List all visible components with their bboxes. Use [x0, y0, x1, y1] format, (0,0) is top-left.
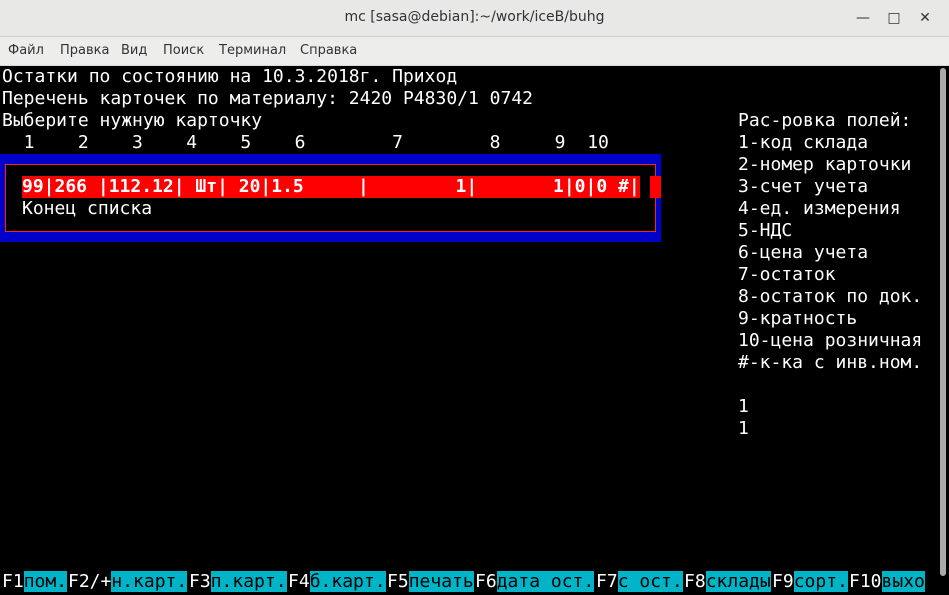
scrollbar-thumb[interactable] — [940, 68, 946, 576]
legend-item: 1-код склада — [738, 132, 869, 153]
fkey-label: дата ост. — [496, 571, 595, 592]
legend-item: 5-НДС — [738, 220, 793, 241]
menu-bar: Файл Правка Вид Поиск Терминал Справка — [0, 37, 949, 66]
legend-item: 7-остаток — [738, 264, 836, 285]
fkey-f2-new-card[interactable]: F2/+н.карт. — [68, 571, 188, 593]
legend-item: 10-цена розничная — [738, 330, 923, 351]
window-title: mc [sasa@debian]:~/work/iceB/buhg — [344, 9, 605, 25]
legend-item: 6-цена учета — [738, 242, 869, 263]
legend-item: 3-счет учета — [738, 176, 869, 197]
maximize-icon[interactable]: □ — [884, 8, 904, 28]
fkey-label: склады — [705, 571, 771, 592]
fkey-label: п.карт. — [210, 571, 287, 592]
fkey-number: F10 — [849, 571, 882, 592]
legend-title: Рас-ровка полей: — [738, 110, 912, 131]
fkey-f4-card[interactable]: F4б.карт. — [288, 571, 386, 593]
fkey-f5-print[interactable]: F5печать — [387, 571, 474, 593]
fkey-number: F4 — [288, 571, 310, 592]
material-line: Перечень карточек по материалу: 2420 Р48… — [2, 88, 534, 109]
fkey-number: F7 — [596, 571, 618, 592]
fkey-label: печать — [408, 571, 474, 592]
fkey-f3-card[interactable]: F3п.карт. — [189, 571, 287, 593]
column-numbers: 1 2 3 4 5 6 7 8 9 10 — [2, 132, 609, 153]
minimize-icon[interactable]: — — [853, 8, 873, 28]
menu-edit[interactable]: Правка — [60, 43, 109, 58]
menu-search[interactable]: Поиск — [163, 43, 204, 58]
fkey-number: F2/+ — [68, 571, 112, 592]
fkey-label: выхо — [881, 571, 925, 592]
fkey-number: F8 — [684, 571, 706, 592]
legend-item: #-к-ка с инв.ном. — [738, 352, 923, 373]
fkey-number: F9 — [772, 571, 794, 592]
selection-cursor — [650, 176, 661, 198]
fkey-label: сорт. — [793, 571, 848, 592]
fkey-number: F3 — [189, 571, 211, 592]
fkey-f8-warehouses[interactable]: F8склады — [684, 571, 771, 593]
legend-item: 9-кратность — [738, 308, 858, 329]
fkey-f7-with-stock[interactable]: F7с ост. — [596, 571, 683, 593]
fkey-f6-date[interactable]: F6дата ост. — [475, 571, 595, 593]
prompt-line: Выберите нужную карточку — [2, 110, 263, 131]
fkey-label: пом. — [23, 571, 68, 592]
terminal-area[interactable]: Остатки по состоянию на 10.3.2018г. Прих… — [0, 66, 937, 595]
terminal-scrollbar[interactable] — [937, 66, 949, 595]
close-icon[interactable]: ✕ — [915, 8, 935, 28]
window-titlebar: mc [sasa@debian]:~/work/iceB/buhg — □ ✕ — [0, 0, 949, 37]
fkey-f10-exit[interactable]: F10выхо — [849, 571, 925, 593]
list-end-text: Конец списка — [22, 198, 153, 219]
menu-terminal[interactable]: Терминал — [219, 43, 286, 58]
legend-value: 1 — [738, 418, 749, 439]
report-title: Остатки по состоянию на 10.3.2018г. Прих… — [2, 66, 458, 87]
fkey-f1-help[interactable]: F1пом. — [2, 571, 68, 593]
menu-file[interactable]: Файл — [8, 43, 44, 58]
fkey-label: с ост. — [617, 571, 683, 592]
fkey-number: F6 — [475, 571, 497, 592]
selected-card-row[interactable]: 99|266 |112.12| Шт| 20|1.5 | 1| 1|0|0 #| — [22, 176, 640, 198]
menu-view[interactable]: Вид — [121, 43, 147, 58]
fkey-number: F1 — [2, 571, 24, 592]
fkey-f9-sort[interactable]: F9сорт. — [772, 571, 848, 593]
legend-item: 2-номер карточки — [738, 154, 912, 175]
fkey-label: н.карт. — [111, 571, 188, 592]
legend-item: 4-ед. измерения — [738, 198, 901, 219]
legend-value: 1 — [738, 396, 749, 417]
menu-help[interactable]: Справка — [300, 43, 357, 58]
legend-item: 8-остаток по док. — [738, 286, 923, 307]
fkey-label: б.карт. — [309, 571, 386, 592]
fkey-number: F5 — [387, 571, 409, 592]
